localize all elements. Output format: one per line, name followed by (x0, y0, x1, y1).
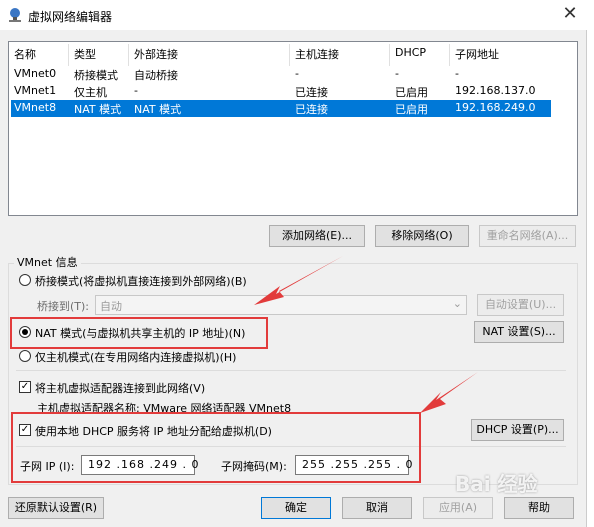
watermark: Bai 经验 (455, 472, 538, 496)
annotation-arrows (254, 256, 478, 413)
arrow-nat (254, 256, 343, 305)
arrow-dhcp (420, 372, 478, 413)
